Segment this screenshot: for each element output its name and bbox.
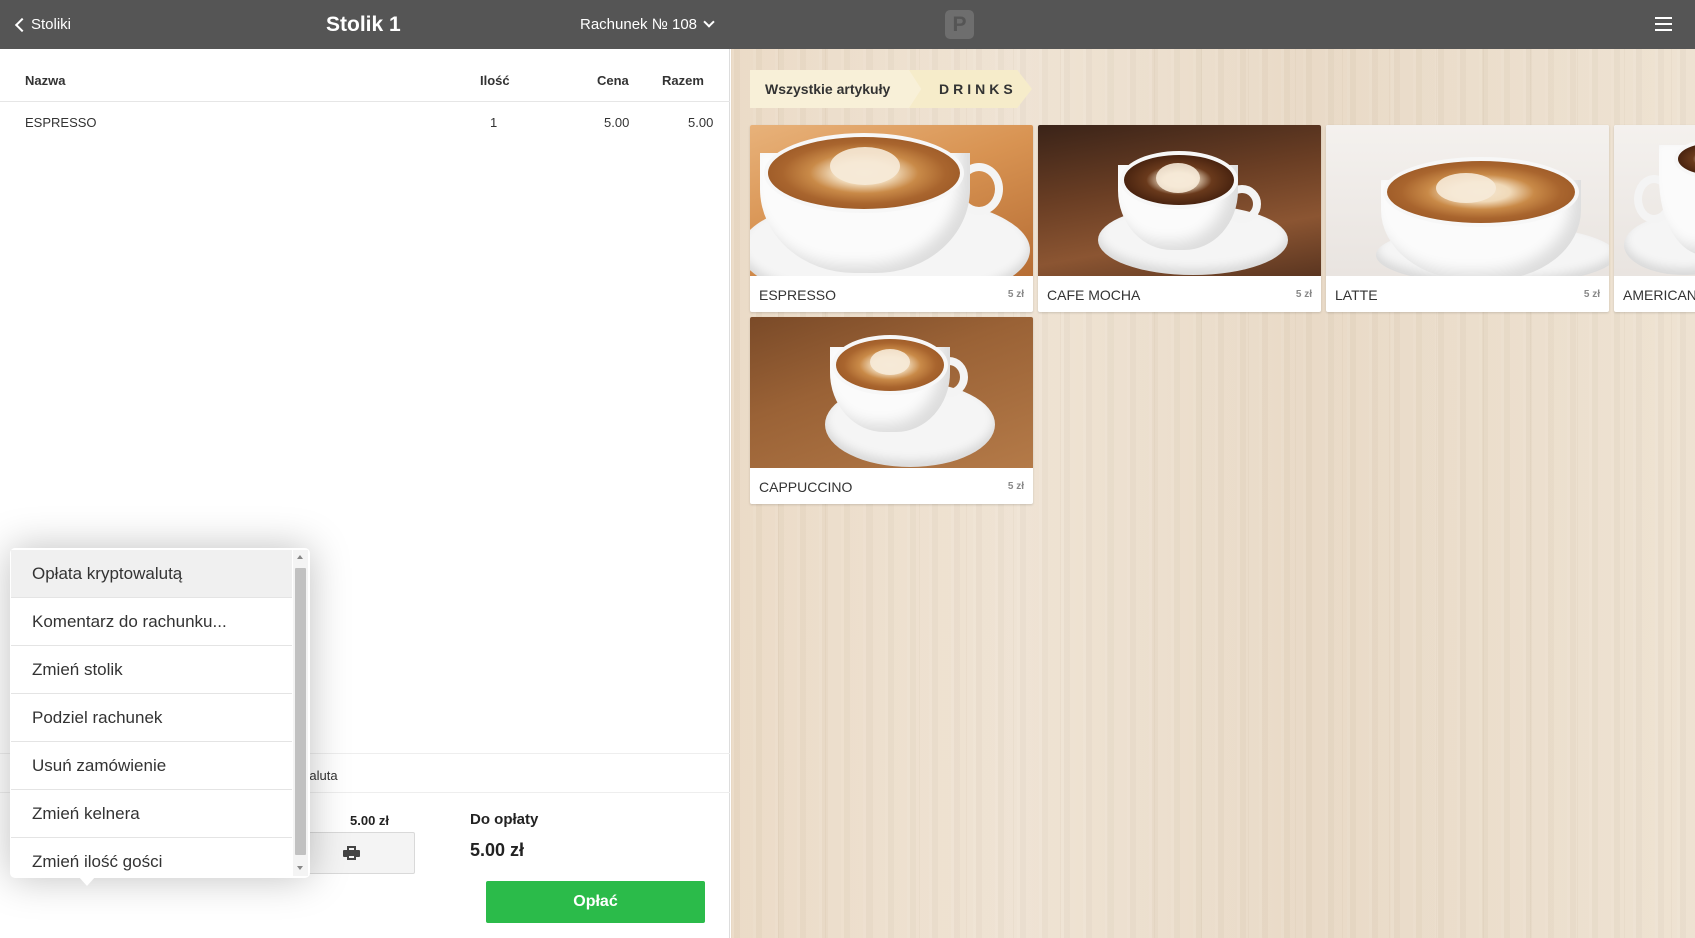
product-name: CAPPUCCINO [759, 479, 853, 495]
product-card-cafe-mocha[interactable]: CAFE MOCHA 5 zł [1038, 125, 1321, 312]
menu-item-delete-order[interactable]: Usuń zamówienie [11, 742, 292, 790]
order-item-qty: 1 [490, 115, 498, 130]
scroll-up-arrow-icon[interactable] [297, 555, 303, 559]
menu-item-crypto-payment[interactable]: Opłata kryptowalutą [11, 550, 292, 598]
order-item-price: 5.00 [604, 115, 630, 130]
americano-photo [1614, 125, 1695, 276]
more-options-menu: Opłata kryptowalutą Komentarz do rachunk… [10, 548, 310, 878]
column-header-total: Razem [662, 73, 704, 88]
bill-selector[interactable]: Rachunek № 108 [580, 0, 715, 49]
scrollbar-thumb[interactable] [295, 568, 306, 855]
menu-list: Opłata kryptowalutą Komentarz do rachunk… [11, 550, 292, 876]
order-row[interactable]: ESPRESSO 1 5.00 5.00 [0, 115, 730, 139]
menu-item-change-table[interactable]: Zmień stolik [11, 646, 292, 694]
order-item-name: ESPRESSO [25, 115, 97, 130]
product-card-cappuccino[interactable]: CAPPUCCINO 5 zł [750, 317, 1033, 504]
product-name: ESPRESSO [759, 287, 837, 303]
menu-item-change-guests[interactable]: Zmień ilość gości [11, 838, 292, 876]
chevron-left-icon [14, 17, 30, 32]
latte-photo [1326, 125, 1609, 276]
back-button[interactable]: Stoliki [13, 0, 71, 49]
bill-label: Rachunek № 108 [580, 16, 697, 33]
amount-due-value: 5.00 zł [470, 840, 525, 860]
product-card-americano[interactable]: AMERICAN [1614, 125, 1695, 312]
product-name: CAFE MOCHA [1047, 287, 1141, 303]
product-catalog: Wszystkie artykuły DRINKS ESPRESSO 5 zł … [731, 49, 1695, 938]
chevron-down-icon [703, 16, 715, 28]
product-price: 5 zł [1295, 289, 1312, 300]
page-title: Stolik 1 [326, 13, 401, 36]
menu-item-split-bill[interactable]: Podziel rachunek [11, 694, 292, 742]
product-card-espresso[interactable]: ESPRESSO 5 zł [750, 125, 1033, 312]
menu-item-change-waiter[interactable]: Zmień kelnera [11, 790, 292, 838]
top-bar: Stoliki Stolik 1 Rachunek № 108 P [0, 0, 1695, 49]
order-item-total: 5.00 [688, 115, 714, 130]
breadcrumb-all-items[interactable]: Wszystkie artykuły [750, 70, 926, 108]
column-header-name: Nazwa [25, 73, 66, 88]
back-label: Stoliki [31, 16, 72, 33]
printer-icon [342, 846, 360, 860]
breadcrumb-drinks[interactable]: DRINKS [909, 70, 1032, 108]
subtotal-value: 5.00 zł [350, 813, 390, 828]
column-header-qty: Ilość [480, 73, 510, 88]
order-table-header: Nazwa Ilość Cena Razem [0, 49, 730, 102]
app-logo: P [945, 10, 974, 39]
product-price: 5 zł [1007, 481, 1024, 492]
pay-button[interactable]: Opłać [486, 881, 705, 923]
column-header-price: Cena [597, 73, 629, 88]
menu-pointer [78, 876, 96, 886]
product-name: AMERICAN [1623, 287, 1695, 303]
scroll-down-arrow-icon[interactable] [297, 866, 303, 870]
menu-item-bill-comment[interactable]: Komentarz do rachunku... [11, 598, 292, 646]
espresso-photo [750, 125, 1033, 276]
product-price: 5 zł [1007, 289, 1024, 300]
hamburger-menu-icon[interactable] [1655, 17, 1672, 31]
cappuccino-photo [750, 317, 1033, 468]
menu-scrollbar[interactable] [293, 550, 308, 876]
product-name: LATTE [1335, 287, 1378, 303]
amount-due-label: Do opłaty [470, 811, 539, 828]
product-card-latte[interactable]: LATTE 5 zł [1326, 125, 1609, 312]
cafe-mocha-photo [1038, 125, 1321, 276]
product-price: 5 zł [1583, 289, 1600, 300]
